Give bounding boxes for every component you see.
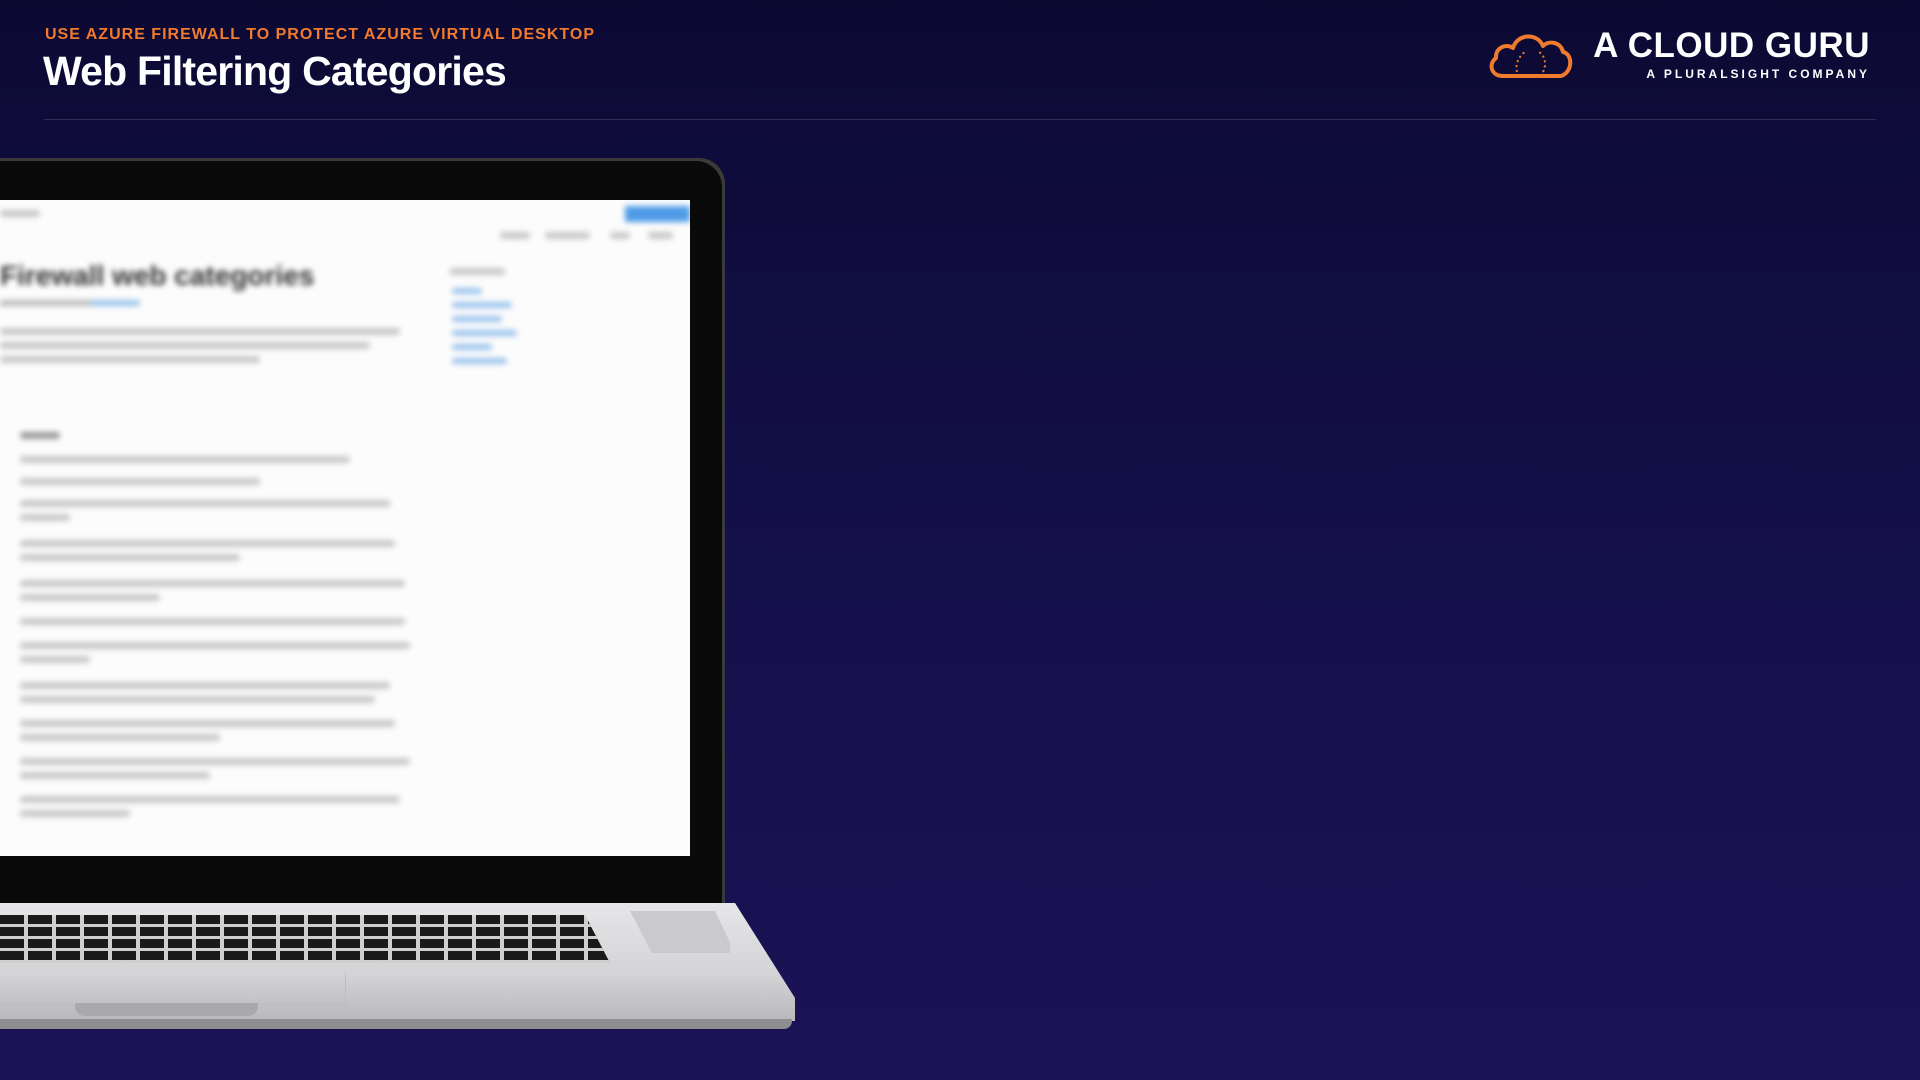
laptop-screen: Firewall web categories bbox=[0, 200, 690, 856]
lid-notch bbox=[75, 1003, 258, 1016]
brand-tagline: A PLURALSIGHT COMPANY bbox=[1646, 67, 1870, 82]
laptop-illustration: Firewall web categories bbox=[0, 158, 800, 1048]
blurred-document: Firewall web categories bbox=[0, 200, 690, 856]
screen-heading: Firewall web categories bbox=[0, 260, 315, 291]
touchpad bbox=[0, 973, 346, 1004]
brand-logo: A CLOUD GURU A PLURALSIGHT COMPANY bbox=[1485, 26, 1870, 82]
laptop-edge bbox=[0, 1019, 792, 1029]
keyboard-rows bbox=[0, 915, 610, 963]
brand-name: A CLOUD GURU bbox=[1593, 25, 1870, 65]
slide-title: Web Filtering Categories bbox=[43, 48, 507, 94]
header-divider bbox=[44, 119, 1876, 120]
cloud-icon bbox=[1485, 26, 1575, 82]
laptop-lid: Firewall web categories bbox=[0, 158, 725, 903]
screen-button bbox=[625, 206, 690, 222]
eyebrow-label: USE AZURE FIREWALL TO PROTECT AZURE VIRT… bbox=[45, 26, 595, 43]
laptop-base bbox=[0, 903, 795, 1033]
